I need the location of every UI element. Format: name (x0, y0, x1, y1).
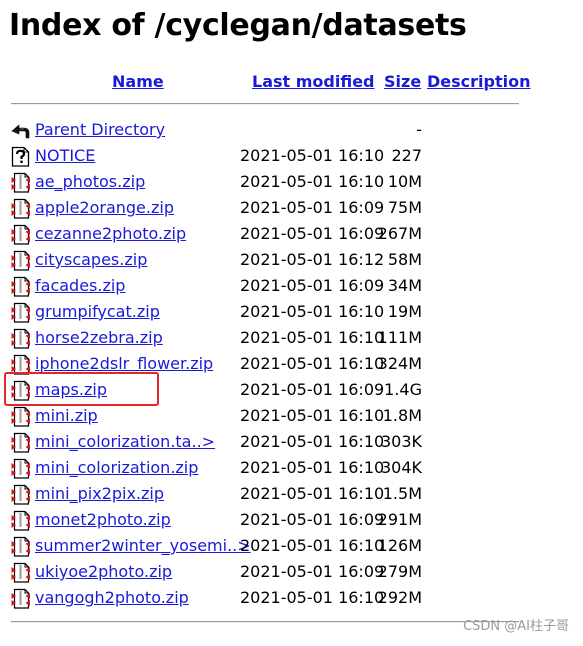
size-cell: 267M (377, 224, 422, 243)
compressed-file-icon (10, 276, 31, 297)
listing-row-mini-colorization-ta: mini_colorization.ta..> 2021-05-01 16:10 3… (0, 429, 583, 455)
last-modified-cell: 2021-05-01 16:10 (240, 328, 385, 347)
last-modified-cell: 2021-05-01 16:10 (240, 302, 385, 321)
listing-row-apple2orange-zip: apple2orange.zip 2021-05-01 16:09 75M (0, 195, 583, 221)
file-link[interactable]: mini_colorization.ta..> (35, 429, 215, 455)
file-link[interactable]: monet2photo.zip (35, 507, 171, 533)
file-link[interactable]: apple2orange.zip (35, 195, 174, 221)
size-cell: 34M (387, 276, 422, 295)
file-link[interactable]: facades.zip (35, 273, 125, 299)
file-link[interactable]: Parent Directory (35, 117, 165, 143)
sort-by-size-link[interactable]: Size (384, 71, 421, 93)
size-cell: 75M (387, 198, 422, 217)
size-cell: 58M (387, 250, 422, 269)
last-modified-cell: 2021-05-01 16:12 (240, 250, 385, 269)
compressed-file-icon (10, 562, 31, 583)
file-link[interactable]: ae_photos.zip (35, 169, 145, 195)
listing-row-ae-photos-zip: ae_photos.zip 2021-05-01 16:10 10M (0, 169, 583, 195)
listing-row-monet2photo-zip: monet2photo.zip 2021-05-01 16:09 291M (0, 507, 583, 533)
last-modified-cell: 2021-05-01 16:10 (240, 588, 385, 607)
size-cell: 303K (380, 432, 422, 451)
compressed-file-icon (10, 510, 31, 531)
compressed-file-icon (10, 198, 31, 219)
size-cell: 292M (377, 588, 422, 607)
last-modified-cell: 2021-05-01 16:09 (240, 510, 385, 529)
last-modified-cell: 2021-05-01 16:09 (240, 224, 385, 243)
file-link[interactable]: grumpifycat.zip (35, 299, 160, 325)
compressed-file-icon (10, 406, 31, 427)
file-link[interactable]: cityscapes.zip (35, 247, 147, 273)
header-divider (11, 103, 519, 105)
compressed-file-icon (10, 302, 31, 323)
compressed-file-icon (10, 250, 31, 271)
last-modified-cell: 2021-05-01 16:10 (240, 146, 385, 165)
listing-row-notice: NOTICE 2021-05-01 16:10 227 (0, 143, 583, 169)
size-cell: 1.5M (382, 484, 422, 503)
compressed-file-icon (10, 536, 31, 557)
listing-row-mini-pix2pix-zip: mini_pix2pix.zip 2021-05-01 16:10 1.5M (0, 481, 583, 507)
size-cell: 126M (377, 536, 422, 555)
last-modified-cell: 2021-05-01 16:10 (240, 536, 385, 555)
file-link[interactable]: mini_colorization.zip (35, 455, 198, 481)
size-cell: 291M (377, 510, 422, 529)
listing-row-mini-zip: mini.zip 2021-05-01 16:10 1.8M (0, 403, 583, 429)
listing-row-facades-zip: facades.zip 2021-05-01 16:09 34M (0, 273, 583, 299)
size-cell: - (416, 120, 422, 139)
last-modified-cell: 2021-05-01 16:10 (240, 484, 385, 503)
listing-row-horse2zebra-zip: horse2zebra.zip 2021-05-01 16:10 111M (0, 325, 583, 351)
compressed-file-icon (10, 484, 31, 505)
listing-row-parent-directory: Parent Directory - (0, 117, 583, 143)
last-modified-cell: 2021-05-01 16:09 (240, 562, 385, 581)
compressed-file-icon (10, 224, 31, 245)
last-modified-cell: 2021-05-01 16:10 (240, 172, 385, 191)
compressed-file-icon (10, 172, 31, 193)
compressed-file-icon (10, 588, 31, 609)
last-modified-cell: 2021-05-01 16:09 (240, 276, 385, 295)
file-link[interactable]: summer2winter_yosemi..> (35, 533, 251, 559)
listing-row-cityscapes-zip: cityscapes.zip 2021-05-01 16:12 58M (0, 247, 583, 273)
back-arrow-icon (10, 120, 31, 141)
page-title: Index of /cyclegan/datasets (9, 8, 467, 43)
file-link[interactable]: mini_pix2pix.zip (35, 481, 164, 507)
file-link[interactable]: NOTICE (35, 143, 95, 169)
compressed-file-icon (10, 458, 31, 479)
listing-row-grumpifycat-zip: grumpifycat.zip 2021-05-01 16:10 19M (0, 299, 583, 325)
size-cell: 1.8M (382, 406, 422, 425)
file-link[interactable]: cezanne2photo.zip (35, 221, 186, 247)
listing-row-vangogh2photo-zip: vangogh2photo.zip 2021-05-01 16:10 292M (0, 585, 583, 611)
watermark: CSDN @AI柱子哥 (463, 619, 569, 634)
listing-row-mini-colorization-zip: mini_colorization.zip 2021-05-01 16:10 304… (0, 455, 583, 481)
size-cell: 227 (391, 146, 422, 165)
last-modified-cell: 2021-05-01 16:09 (240, 380, 385, 399)
last-modified-cell: 2021-05-01 16:10 (240, 354, 385, 373)
size-cell: 10M (387, 172, 422, 191)
file-link[interactable]: vangogh2photo.zip (35, 585, 189, 611)
file-link[interactable]: mini.zip (35, 403, 98, 429)
last-modified-cell: 2021-05-01 16:10 (240, 432, 385, 451)
footer-divider (11, 621, 519, 623)
unknown-file-icon (10, 146, 31, 167)
size-cell: 111M (377, 328, 422, 347)
listing-row-ukiyoe2photo-zip: ukiyoe2photo.zip 2021-05-01 16:09 279M (0, 559, 583, 585)
compressed-file-icon (10, 432, 31, 453)
file-link[interactable]: ukiyoe2photo.zip (35, 559, 172, 585)
last-modified-cell: 2021-05-01 16:10 (240, 406, 385, 425)
size-cell: 279M (377, 562, 422, 581)
sort-by-last-modified-link[interactable]: Last modified (252, 71, 375, 93)
sort-by-name-link[interactable]: Name (112, 71, 164, 93)
listing-row-cezanne2photo-zip: cezanne2photo.zip 2021-05-01 16:09 267M (0, 221, 583, 247)
size-cell: 1.4G (384, 380, 422, 399)
last-modified-cell: 2021-05-01 16:09 (240, 198, 385, 217)
last-modified-cell: 2021-05-01 16:10 (240, 458, 385, 477)
highlight-annotation-box (4, 372, 159, 406)
listing-row-summer2winter-yosemi: summer2winter_yosemi..> 2021-05-01 16:10 1… (0, 533, 583, 559)
size-cell: 19M (387, 302, 422, 321)
compressed-file-icon (10, 328, 31, 349)
size-cell: 324M (377, 354, 422, 373)
sort-by-description-link[interactable]: Description (427, 71, 530, 93)
file-link[interactable]: horse2zebra.zip (35, 325, 163, 351)
size-cell: 304K (380, 458, 422, 477)
